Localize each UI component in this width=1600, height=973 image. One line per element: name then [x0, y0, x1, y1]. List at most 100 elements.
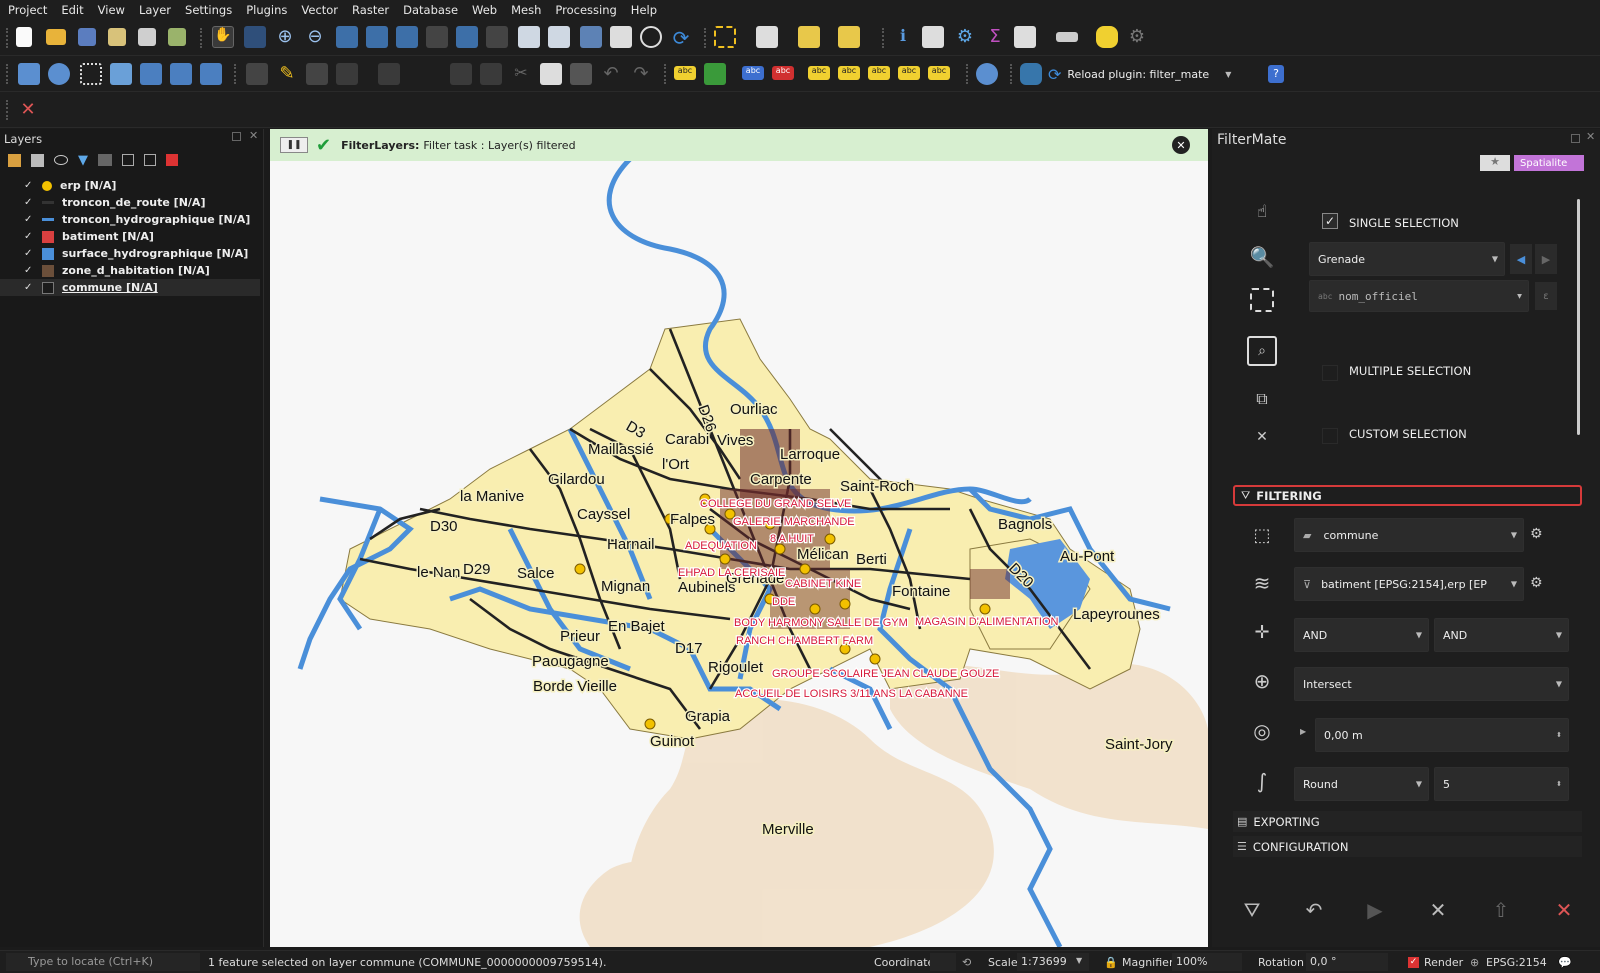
- move-label-icon[interactable]: abc: [868, 66, 890, 80]
- paste-features-icon[interactable]: [570, 63, 592, 85]
- statistics-icon[interactable]: Σ: [984, 26, 1006, 48]
- pin-labels-icon[interactable]: abc: [808, 66, 830, 80]
- favorites-button[interactable]: ★: [1480, 155, 1510, 171]
- apply-filter-icon[interactable]: ⛛: [1237, 895, 1267, 925]
- change-label-icon[interactable]: abc: [928, 66, 950, 80]
- zoom-layer-icon[interactable]: [396, 26, 418, 48]
- panel-float-icon[interactable]: [232, 132, 241, 141]
- measure-icon[interactable]: [1056, 32, 1078, 42]
- render-checkbox[interactable]: ✓: [1408, 957, 1419, 968]
- copy-features-icon[interactable]: [540, 63, 562, 85]
- open-project-icon[interactable]: [46, 29, 66, 45]
- layer-visibility-checkbox[interactable]: ✓: [24, 248, 34, 259]
- panel-float-icon[interactable]: [1571, 134, 1580, 143]
- select-location-icon[interactable]: [838, 26, 860, 48]
- diagram-options-icon[interactable]: abc: [742, 66, 764, 80]
- globe-plugin-icon[interactable]: [976, 63, 998, 85]
- coordinate-field[interactable]: [930, 953, 956, 971]
- rotate-label-icon[interactable]: abc: [898, 66, 920, 80]
- help-icon[interactable]: ?: [1268, 65, 1284, 83]
- delete-selected-icon[interactable]: [480, 63, 502, 85]
- filtering-header[interactable]: ⛛ FILTERING: [1233, 485, 1582, 506]
- reload-plugin-button[interactable]: ⟳ Reload plugin: filter_mate ▼: [1048, 64, 1231, 84]
- menu-plugins[interactable]: Plugins: [246, 3, 287, 17]
- source-layer-icon[interactable]: ⬚: [1247, 520, 1277, 550]
- field-picker[interactable]: abc nom_officiel ▼: [1309, 280, 1529, 312]
- layer-item[interactable]: ✓ zone_d_habitation [N/A]: [0, 262, 260, 279]
- zoom-out-icon[interactable]: ⊖: [304, 26, 326, 48]
- multiple-selection-toggle[interactable]: [1322, 365, 1338, 381]
- target-options-icon[interactable]: ⚙: [1530, 575, 1543, 591]
- layer-item[interactable]: ✓ troncon_de_route [N/A]: [0, 194, 260, 211]
- about-filtermate-icon[interactable]: ✕: [1549, 895, 1579, 925]
- add-wfs-icon[interactable]: [200, 63, 222, 85]
- buffer-style-icon[interactable]: ∫: [1247, 766, 1277, 796]
- redo-icon[interactable]: ↷: [630, 63, 652, 85]
- menu-raster[interactable]: Raster: [352, 3, 389, 17]
- geometric-predicate-icon[interactable]: ⊕: [1247, 666, 1277, 696]
- expression-icon[interactable]: ε: [1535, 282, 1557, 310]
- new-project-icon[interactable]: [16, 27, 32, 47]
- source-options-icon[interactable]: ⚙: [1530, 526, 1543, 542]
- menu-mesh[interactable]: Mesh: [511, 3, 541, 17]
- data-source-manager-icon[interactable]: [18, 63, 40, 85]
- feature-picker[interactable]: Grenade ▼: [1309, 242, 1505, 276]
- next-feature-icon[interactable]: ▶: [1535, 244, 1557, 274]
- magnifier-input[interactable]: 100%: [1172, 953, 1242, 971]
- locator-input[interactable]: Type to locate (Ctrl+K): [6, 953, 200, 971]
- layer-visibility-checkbox[interactable]: ✓: [24, 282, 34, 293]
- menu-settings[interactable]: Settings: [185, 3, 232, 17]
- zoom-native-icon[interactable]: [426, 26, 448, 48]
- add-wms-icon[interactable]: [170, 63, 192, 85]
- label-tool-icon[interactable]: abc: [674, 66, 696, 80]
- new-map-view-icon[interactable]: [518, 26, 540, 48]
- modify-attributes-icon[interactable]: [450, 63, 472, 85]
- filter-legend-icon[interactable]: ▼: [78, 153, 88, 168]
- link-selection-icon[interactable]: ⧉: [1247, 384, 1277, 414]
- menu-layer[interactable]: Layer: [139, 3, 171, 17]
- digitize-icon[interactable]: [336, 63, 358, 85]
- add-postgis-icon[interactable]: [140, 63, 162, 85]
- select-feature-icon[interactable]: [1250, 288, 1274, 312]
- collapse-all-icon[interactable]: [144, 154, 156, 166]
- show-hide-labels-icon[interactable]: abc: [838, 66, 860, 80]
- remove-layer-icon[interactable]: [166, 154, 178, 166]
- source-layer-picker[interactable]: ▰ commune ▼: [1294, 518, 1524, 552]
- undo-filter-icon[interactable]: ↶: [1299, 895, 1329, 925]
- menu-processing[interactable]: Processing: [555, 3, 616, 17]
- attribute-table-icon[interactable]: [922, 26, 944, 48]
- settings-icon[interactable]: ⚙: [954, 26, 976, 48]
- custom-selection-toggle[interactable]: [1322, 428, 1338, 444]
- new-3d-view-icon[interactable]: [548, 26, 570, 48]
- combine-operator-icon[interactable]: ✛: [1247, 617, 1277, 647]
- layer-visibility-checkbox[interactable]: ✓: [24, 197, 34, 208]
- expand-arrow-icon[interactable]: ▶: [1300, 727, 1306, 736]
- add-group-icon[interactable]: [31, 153, 44, 167]
- temporal-controller-icon[interactable]: [640, 26, 662, 48]
- show-bookmarks-icon[interactable]: [610, 26, 632, 48]
- menu-help[interactable]: Help: [631, 3, 657, 17]
- map-canvas[interactable]: Ourliac Carabi Vives Maillassié l'Ort Larroqu…: [270, 129, 1208, 947]
- vertex-tool-icon[interactable]: [378, 63, 400, 85]
- refresh-icon[interactable]: ⟳: [670, 26, 692, 50]
- single-selection-toggle[interactable]: ✓: [1322, 213, 1338, 229]
- lock-scale-icon[interactable]: 🔒: [1104, 956, 1118, 969]
- add-spatialite-icon[interactable]: [110, 63, 132, 85]
- reset-selection-icon[interactable]: ✕: [1247, 429, 1277, 445]
- menu-view[interactable]: View: [98, 3, 125, 17]
- save-project-icon[interactable]: [78, 28, 96, 46]
- layer-item[interactable]: ✓ troncon_hydrographique [N/A]: [0, 211, 260, 228]
- python-console-icon[interactable]: [1020, 63, 1042, 85]
- export-layers-icon[interactable]: ⇧: [1486, 895, 1516, 925]
- add-delimited-text-icon[interactable]: [80, 63, 102, 85]
- predicate-picker[interactable]: Intersect ▼: [1294, 667, 1569, 701]
- zoom-in-icon[interactable]: ⊕: [274, 26, 296, 48]
- new-print-layout-icon[interactable]: [108, 28, 126, 46]
- identify-icon[interactable]: ℹ: [892, 26, 914, 48]
- menu-database[interactable]: Database: [403, 3, 458, 17]
- pause-icon[interactable]: ❚❚: [280, 137, 308, 153]
- zoom-next-icon[interactable]: [486, 26, 508, 48]
- menu-web[interactable]: Web: [472, 3, 497, 17]
- cut-features-icon[interactable]: ✂: [510, 63, 532, 85]
- configuration-header[interactable]: ☰ CONFIGURATION: [1233, 836, 1582, 857]
